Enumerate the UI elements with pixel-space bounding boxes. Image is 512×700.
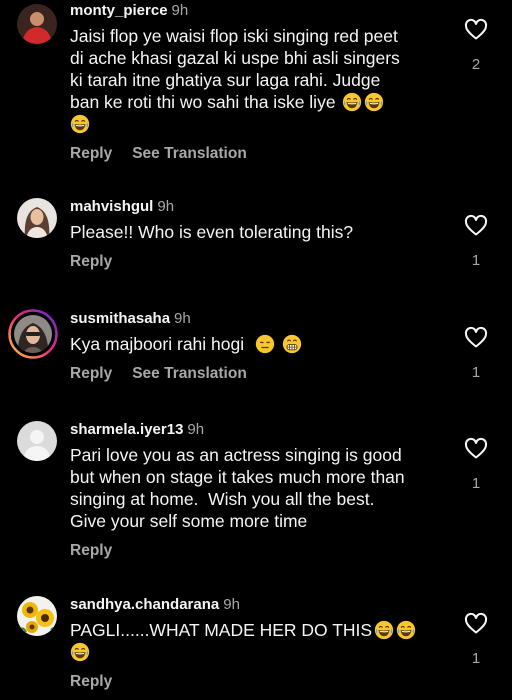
reply-button[interactable]: Reply xyxy=(70,365,112,382)
comment-timestamp: 9h xyxy=(174,310,191,327)
comment-text-line: Kya majboori rahi hogi xyxy=(70,333,442,355)
reply-button[interactable]: Reply xyxy=(70,673,112,690)
grimacing-emoji-icon xyxy=(282,334,302,354)
reply-button[interactable]: Reply xyxy=(70,542,112,559)
user-avatar-red-hoodie[interactable] xyxy=(17,4,57,44)
heart-icon[interactable] xyxy=(464,214,488,238)
comment-text-span: Kya majboori rahi hogi xyxy=(70,334,245,354)
comment-text-span: ki tarah itne ghatiya sur laga rahi. Jud… xyxy=(70,70,381,90)
laughing-tears-emoji-icon xyxy=(70,642,90,662)
heart-icon[interactable] xyxy=(464,18,488,42)
like-section: 2 xyxy=(463,18,489,74)
comment-timestamp: 9h xyxy=(157,198,175,215)
comment-username[interactable]: mahvishgul xyxy=(70,198,153,215)
comment-text-line: singing at home. Wish you all the best. xyxy=(70,489,375,509)
laughing-tears-emoji-icon xyxy=(374,620,394,640)
comment-text-line: Please!! Who is even tolerating this? xyxy=(70,222,354,242)
like-section: 1 xyxy=(463,612,489,668)
heart-icon[interactable] xyxy=(464,437,488,461)
like-count: 1 xyxy=(471,252,481,269)
comment-username[interactable]: monty_pierce xyxy=(70,2,168,19)
see-translation-button[interactable]: See Translation xyxy=(132,365,247,382)
user-avatar-story-ring[interactable] xyxy=(8,309,58,359)
comment-timestamp: 9h xyxy=(171,2,189,19)
comment-timestamp: 9h xyxy=(223,596,240,613)
heart-icon[interactable] xyxy=(464,326,488,350)
like-count: 1 xyxy=(471,650,481,667)
comment-text-span: PAGLI......WHAT MADE HER DO THIS xyxy=(70,620,373,640)
like-section: 1 xyxy=(463,437,489,493)
laughing-tears-emoji-icon xyxy=(364,92,384,112)
expressionless-emoji-icon xyxy=(255,334,275,354)
comment-text: Kya majboori rahi hogi xyxy=(70,333,442,355)
comment-username[interactable]: sandhya.chandarana xyxy=(70,596,219,613)
reply-button[interactable]: Reply xyxy=(70,253,112,270)
comment-text-line: but when on stage it takes much more tha… xyxy=(70,467,405,487)
comment-text: Jaisi flop ye waisi flop iski singing re… xyxy=(70,25,442,135)
comment-text-line: Jaisi flop ye waisi flop iski singing re… xyxy=(70,26,398,46)
comment-text-line xyxy=(70,113,442,135)
comment-text: Please!! Who is even tolerating this? xyxy=(70,221,442,243)
comment-username[interactable]: sharmela.iyer13 xyxy=(70,421,183,438)
comment-text-line: ki tarah itne ghatiya sur laga rahi. Jud… xyxy=(70,69,442,91)
comment-text-line: PAGLI......WHAT MADE HER DO THIS xyxy=(70,619,442,641)
comment-text-line xyxy=(70,641,442,663)
see-translation-button[interactable]: See Translation xyxy=(132,145,247,162)
like-section: 1 xyxy=(463,214,489,270)
like-count: 1 xyxy=(471,364,481,381)
user-avatar-woman-photo[interactable] xyxy=(17,198,57,238)
reply-button[interactable]: Reply xyxy=(70,145,112,162)
like-count: 1 xyxy=(471,475,481,492)
default-avatar-icon[interactable] xyxy=(17,421,57,461)
comment-text-line: ban ke roti thi wo sahi tha iske liye xyxy=(70,91,442,113)
like-count: 2 xyxy=(471,56,481,73)
comment-text-line: Give your self some more time xyxy=(70,511,308,531)
comment-text-line: Pari love you as an actress singing is g… xyxy=(70,445,402,465)
comment-timestamp: 9h xyxy=(187,421,205,438)
laughing-tears-emoji-icon xyxy=(342,92,362,112)
comment-text: Pari love you as an actress singing is g… xyxy=(70,444,442,532)
heart-icon[interactable] xyxy=(464,612,488,636)
comment-text-span: di ache khasi gazal ki uspe bhi asli sin… xyxy=(70,48,400,68)
like-section: 1 xyxy=(463,326,489,382)
laughing-tears-emoji-icon xyxy=(70,114,90,134)
comment-text-line: di ache khasi gazal ki uspe bhi asli sin… xyxy=(70,47,442,69)
comment-username[interactable]: susmithasaha xyxy=(70,310,170,327)
laughing-tears-emoji-icon xyxy=(396,620,416,640)
comment-text-span: ban ke roti thi wo sahi tha iske liye xyxy=(70,92,336,112)
comment-text: PAGLI......WHAT MADE HER DO THIS xyxy=(70,619,442,663)
user-avatar-sunflowers[interactable] xyxy=(17,596,57,636)
